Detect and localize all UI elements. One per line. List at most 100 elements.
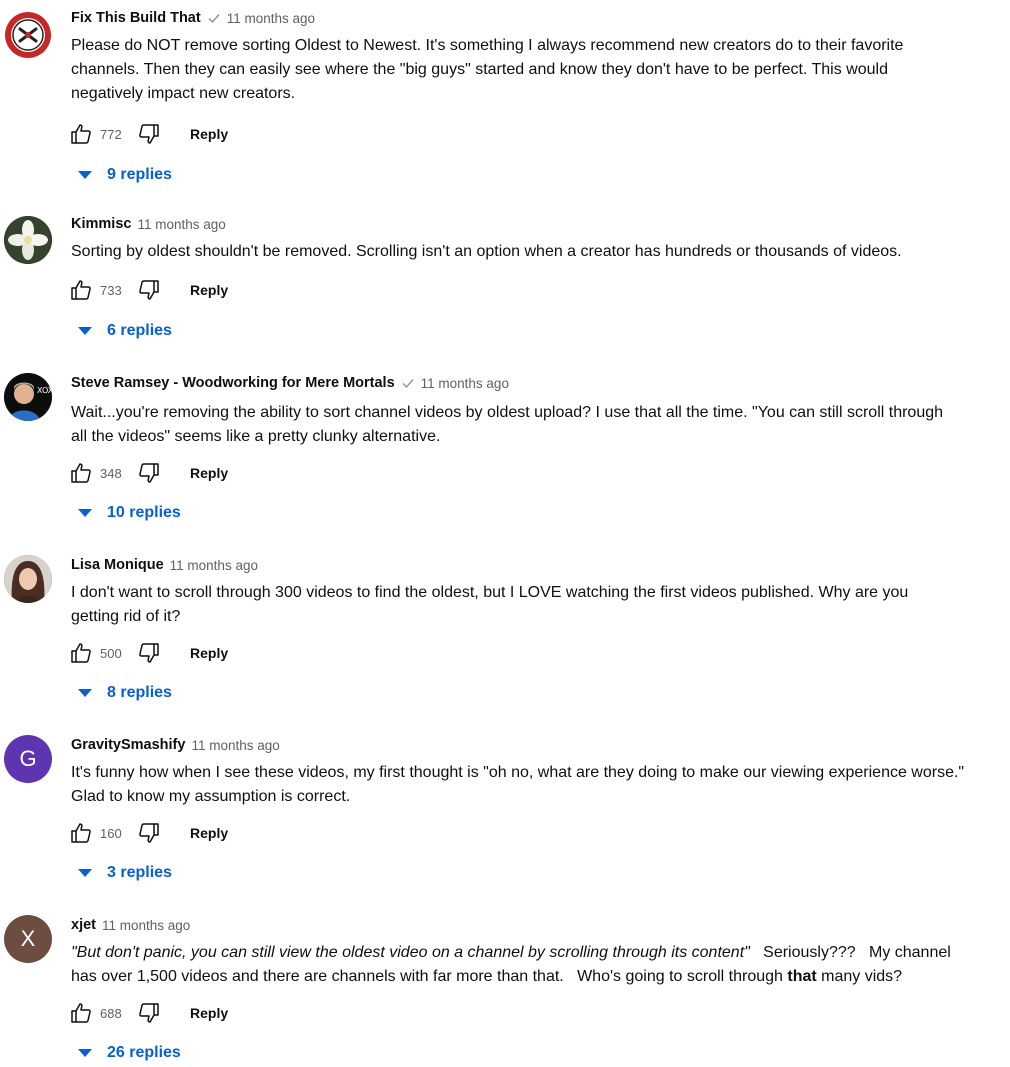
- comment-text-line: Glad to know my assumption is correct.: [71, 788, 351, 805]
- comment-timestamp[interactable]: 11 months ago: [102, 918, 190, 933]
- flower-avatar-icon: [4, 216, 52, 264]
- dislike-button[interactable]: [136, 640, 162, 666]
- avatar[interactable]: [4, 216, 52, 264]
- reply-button[interactable]: Reply: [190, 1005, 228, 1021]
- comment-actions: 733 Reply: [68, 277, 228, 303]
- thumbs-up-icon: [71, 124, 91, 144]
- quoted-text: "But don't panic, you can still view the…: [71, 944, 750, 961]
- dislike-button[interactable]: [136, 121, 162, 147]
- comment-text-line: has over 1,500 videos and there are chan…: [71, 965, 1006, 989]
- avatar[interactable]: X: [4, 915, 52, 963]
- view-replies-button[interactable]: 10 replies: [78, 501, 181, 525]
- avatar[interactable]: [4, 11, 52, 59]
- thumbs-down-icon: [139, 823, 159, 843]
- comment-text: Sorting by oldest shouldn't be removed. …: [71, 240, 1006, 264]
- view-replies-button[interactable]: 8 replies: [78, 681, 172, 705]
- replies-count-label: 9 replies: [107, 166, 172, 183]
- reply-button[interactable]: Reply: [190, 282, 228, 298]
- author-name[interactable]: xjet: [71, 917, 96, 933]
- comment-header: xjet 11 months ago: [71, 915, 190, 935]
- thumbs-up-icon: [71, 1003, 91, 1023]
- dislike-button[interactable]: [136, 820, 162, 846]
- like-count: 160: [100, 825, 122, 841]
- reply-button[interactable]: Reply: [190, 825, 228, 841]
- like-button[interactable]: [68, 1000, 94, 1026]
- bold-text: that: [787, 968, 817, 985]
- reply-button[interactable]: Reply: [190, 645, 228, 661]
- like-count: 772: [100, 126, 122, 142]
- caret-down-icon: [78, 327, 92, 335]
- caret-down-icon: [78, 689, 92, 697]
- comment-timestamp[interactable]: 11 months ago: [191, 738, 279, 753]
- comment-text-line: Please do NOT remove sorting Oldest to N…: [71, 37, 904, 54]
- comment-header: Lisa Monique 11 months ago: [71, 555, 258, 575]
- thumbs-down-icon: [139, 463, 159, 483]
- view-replies-button[interactable]: 3 replies: [78, 861, 172, 885]
- comment-text: "But don't panic, you can still view the…: [71, 941, 1006, 989]
- comment-actions: 348 Reply: [68, 460, 228, 486]
- replies-count-label: 3 replies: [107, 864, 172, 881]
- dislike-button[interactable]: [136, 277, 162, 303]
- comment-text: Please do NOT remove sorting Oldest to N…: [71, 34, 1006, 106]
- comment-text-segment: has over 1,500 videos and there are chan…: [71, 968, 788, 985]
- avatar[interactable]: XOX: [4, 373, 52, 421]
- comment-header: Steve Ramsey - Woodworking for Mere Mort…: [71, 373, 509, 393]
- view-replies-button[interactable]: 6 replies: [78, 319, 172, 343]
- comment-header: Kimmisc 11 months ago: [71, 214, 226, 234]
- comment-actions: 160 Reply: [68, 820, 228, 846]
- author-name[interactable]: GravitySmashify: [71, 737, 185, 753]
- comment-actions: 500 Reply: [68, 640, 228, 666]
- comment-text: It's funny how when I see these videos, …: [71, 761, 1006, 809]
- author-name[interactable]: Kimmisc: [71, 216, 131, 232]
- author-name[interactable]: Fix This Build That: [71, 10, 201, 26]
- comment-text-line: "But don't panic, you can still view the…: [71, 941, 1006, 965]
- view-replies-button[interactable]: 26 replies: [78, 1041, 181, 1065]
- author-name[interactable]: Lisa Monique: [71, 557, 164, 573]
- comment-timestamp[interactable]: 11 months ago: [170, 558, 258, 573]
- like-button[interactable]: [68, 121, 94, 147]
- comment-text-segment: many vids?: [816, 968, 903, 985]
- avatar[interactable]: [4, 555, 52, 603]
- avatar[interactable]: G: [4, 735, 52, 783]
- dislike-button[interactable]: [136, 1000, 162, 1026]
- comment-timestamp[interactable]: 11 months ago: [227, 11, 315, 26]
- like-button[interactable]: [68, 820, 94, 846]
- comment-timestamp[interactable]: 11 months ago: [421, 376, 509, 391]
- caret-down-icon: [78, 509, 92, 517]
- comment-timestamp[interactable]: 11 months ago: [137, 217, 225, 232]
- comment-header: GravitySmashify 11 months ago: [71, 735, 280, 755]
- caret-down-icon: [78, 1049, 92, 1057]
- like-button[interactable]: [68, 640, 94, 666]
- comment-text-line: channels. Then they can easily see where…: [71, 61, 888, 78]
- comment-actions: 688 Reply: [68, 1000, 228, 1026]
- dislike-button[interactable]: [136, 460, 162, 486]
- verified-check-icon: [402, 379, 414, 389]
- avatar-letter: G: [19, 746, 37, 771]
- channel-logo-icon: [5, 12, 51, 58]
- person-photo-icon: [4, 555, 52, 603]
- replies-count-label: 10 replies: [107, 504, 181, 521]
- author-name[interactable]: Steve Ramsey - Woodworking for Mere Mort…: [71, 375, 395, 391]
- reply-button[interactable]: Reply: [190, 126, 228, 142]
- like-count: 348: [100, 465, 122, 481]
- thumbs-up-icon: [71, 643, 91, 663]
- replies-count-label: 6 replies: [107, 322, 172, 339]
- thumbs-up-icon: [71, 463, 91, 483]
- thumbs-down-icon: [139, 280, 159, 300]
- caret-down-icon: [78, 869, 92, 877]
- caret-down-icon: [78, 171, 92, 179]
- view-replies-button[interactable]: 9 replies: [78, 163, 172, 187]
- like-button[interactable]: [68, 460, 94, 486]
- replies-count-label: 8 replies: [107, 684, 172, 701]
- reply-button[interactable]: Reply: [190, 465, 228, 481]
- comment-text-line: getting rid of it?: [71, 608, 181, 625]
- comment-text: I don't want to scroll through 300 video…: [71, 581, 1006, 629]
- comment-text: Wait...you're removing the ability to so…: [71, 401, 1006, 449]
- comment-text-line: It's funny how when I see these videos, …: [71, 764, 965, 781]
- svg-text:XOX: XOX: [37, 386, 52, 395]
- comment-text-segment: Seriously??? My channel: [749, 944, 951, 961]
- like-button[interactable]: [68, 277, 94, 303]
- like-count: 688: [100, 1005, 122, 1021]
- person-photo-icon: XOX: [4, 373, 52, 421]
- comment-text-line: Wait...you're removing the ability to so…: [71, 404, 944, 421]
